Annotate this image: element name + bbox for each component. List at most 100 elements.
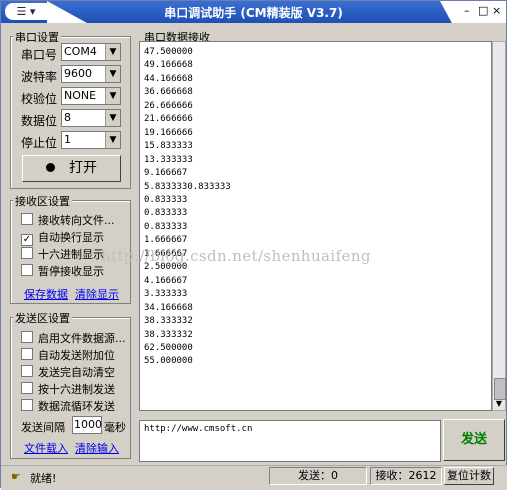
- send-textarea[interactable]: http://www.cmsoft.cn: [139, 420, 441, 462]
- checkbox-box[interactable]: [21, 331, 33, 343]
- receive-line: 3.333333: [144, 289, 188, 300]
- receive-line: 44.166668: [144, 73, 193, 84]
- close-icon[interactable]: ×: [492, 4, 501, 17]
- receive-line: 0.833333: [144, 221, 188, 232]
- receive-textarea[interactable]: 47.500000 49.166668 44.166668 36.666668 26.6…: [139, 41, 492, 411]
- receive-line: 47.500000: [144, 47, 193, 57]
- receive-line: 55.000000: [144, 356, 193, 367]
- open-port-label: 打开: [69, 160, 97, 176]
- clear-display-link[interactable]: 清除显示: [75, 286, 119, 302]
- loop-send-checkbox[interactable]: 数据流循环发送: [21, 398, 115, 414]
- receive-line: 38.333332: [144, 316, 193, 327]
- receive-line: 34.166668: [144, 302, 193, 313]
- databits-label: 数据位: [21, 114, 58, 128]
- pause-recv-label: 暂停接收显示: [38, 265, 104, 278]
- receive-settings-legend: 接收区设置: [13, 193, 72, 209]
- open-port-button[interactable]: 打开: [22, 155, 121, 182]
- databits-value: 8: [64, 111, 71, 124]
- parity-value: NONE: [64, 89, 97, 102]
- checkbox-box[interactable]: [21, 213, 33, 225]
- hex-send-checkbox[interactable]: 按十六进制发送: [21, 381, 115, 397]
- baud-label: 波特率: [21, 70, 58, 84]
- receive-line: 4.166667: [144, 275, 188, 286]
- send-button[interactable]: 发送: [443, 419, 505, 461]
- chevron-down-icon[interactable]: ▼: [105, 44, 120, 60]
- pause-recv-checkbox[interactable]: 暂停接收显示: [21, 263, 104, 279]
- status-icon: ☛: [11, 470, 21, 483]
- clear-input-link[interactable]: 清除输入: [75, 440, 119, 456]
- chevron-down-icon[interactable]: ▼: [105, 66, 120, 82]
- received-count: 接收：2612: [370, 467, 442, 485]
- load-file-link[interactable]: 文件载入: [24, 440, 68, 456]
- hex-send-label: 按十六进制发送: [38, 383, 115, 396]
- receive-scrollbar[interactable]: ▼: [492, 41, 506, 411]
- interval-input[interactable]: 1000: [72, 416, 102, 434]
- scroll-thumb[interactable]: [494, 378, 506, 400]
- port-select[interactable]: COM4 ▼: [61, 43, 121, 61]
- stopbits-label: 停止位: [21, 136, 58, 150]
- chevron-down-icon[interactable]: ▼: [105, 110, 120, 126]
- status-ready: 就绪!: [30, 472, 57, 485]
- receive-line: 5.8333330.833333: [144, 181, 231, 192]
- checkbox-box[interactable]: [21, 399, 33, 411]
- reset-count-button[interactable]: 复位计数: [444, 467, 494, 485]
- receive-line: 21.666666: [144, 114, 193, 125]
- window-title: 串口调试助手 (CM精装版 V3.7): [164, 6, 343, 20]
- receive-line: 13.333333: [144, 154, 193, 165]
- hex-display-label: 十六进制显示: [38, 248, 104, 261]
- file-source-label: 启用文件数据源...: [38, 332, 126, 345]
- interval-unit: 毫秒: [104, 421, 126, 434]
- stopbits-value: 1: [64, 133, 71, 146]
- send-settings-legend: 发送区设置: [13, 310, 72, 326]
- checkmark-icon[interactable]: ✓: [21, 234, 33, 246]
- file-source-checkbox[interactable]: 启用文件数据源...: [21, 330, 126, 346]
- checkbox-box[interactable]: [21, 348, 33, 360]
- auto-wrap-label: 自动换行显示: [38, 231, 104, 244]
- title-bar: ☰ ▾ 串口调试助手 (CM精装版 V3.7) – □ ×: [1, 1, 506, 23]
- databits-select[interactable]: 8 ▼: [61, 109, 121, 127]
- checkbox-box[interactable]: [21, 365, 33, 377]
- receive-line: 1.666667: [144, 235, 188, 246]
- recv-to-file-label: 接收转向文件...: [38, 214, 115, 227]
- parity-select[interactable]: NONE ▼: [61, 87, 121, 105]
- app-window: ☰ ▾ 串口调试助手 (CM精装版 V3.7) – □ × 串口设置 串口号 C…: [0, 0, 507, 490]
- hex-display-checkbox[interactable]: 十六进制显示: [21, 246, 104, 262]
- receive-line: 26.666666: [144, 100, 193, 111]
- sent-count: 发送：0: [269, 467, 367, 485]
- receive-line: 19.166666: [144, 127, 193, 138]
- scroll-down-icon[interactable]: ▼: [494, 399, 504, 409]
- chevron-down-icon[interactable]: ▼: [105, 88, 120, 104]
- receive-line: 9.166667: [144, 168, 188, 179]
- watermark-text: http://blog.csdn.net/shenhuaifeng: [101, 247, 371, 265]
- recv-to-file-checkbox[interactable]: 接收转向文件...: [21, 212, 115, 228]
- radio-dot-icon: [46, 163, 55, 172]
- receive-line: 36.666668: [144, 87, 193, 98]
- interval-label: 发送间隔: [21, 421, 65, 434]
- auto-append-label: 自动发送附加位: [38, 349, 115, 362]
- baud-value: 9600: [64, 67, 92, 80]
- checkbox-box[interactable]: [21, 247, 33, 259]
- stopbits-select[interactable]: 1 ▼: [61, 131, 121, 149]
- chevron-down-icon[interactable]: ▼: [105, 132, 120, 148]
- minimize-icon[interactable]: –: [464, 4, 470, 17]
- save-data-link[interactable]: 保存数据: [24, 286, 68, 302]
- auto-append-checkbox[interactable]: 自动发送附加位: [21, 347, 115, 363]
- loop-send-label: 数据流循环发送: [38, 400, 115, 413]
- checkbox-box[interactable]: [21, 382, 33, 394]
- auto-clear-checkbox[interactable]: 发送完自动清空: [21, 364, 115, 380]
- baud-select[interactable]: 9600 ▼: [61, 65, 121, 83]
- auto-clear-label: 发送完自动清空: [38, 366, 115, 379]
- port-label: 串口号: [21, 48, 58, 62]
- receive-line: 0.833333: [144, 208, 188, 219]
- restore-icon[interactable]: □: [478, 4, 488, 17]
- port-value: COM4: [64, 45, 97, 58]
- receive-lines: 47.500000 49.166668 44.166668 36.666668 26.6…: [144, 46, 231, 369]
- receive-line: 49.166668: [144, 60, 193, 71]
- receive-line: 62.500000: [144, 342, 193, 353]
- serial-settings-legend: 串口设置: [13, 29, 61, 45]
- receive-line: 0.833333: [144, 194, 188, 205]
- parity-label: 校验位: [21, 92, 58, 106]
- auto-wrap-checkbox[interactable]: ✓ 自动换行显示: [21, 229, 104, 246]
- receive-line: 38.333332: [144, 329, 193, 340]
- checkbox-box[interactable]: [21, 264, 33, 276]
